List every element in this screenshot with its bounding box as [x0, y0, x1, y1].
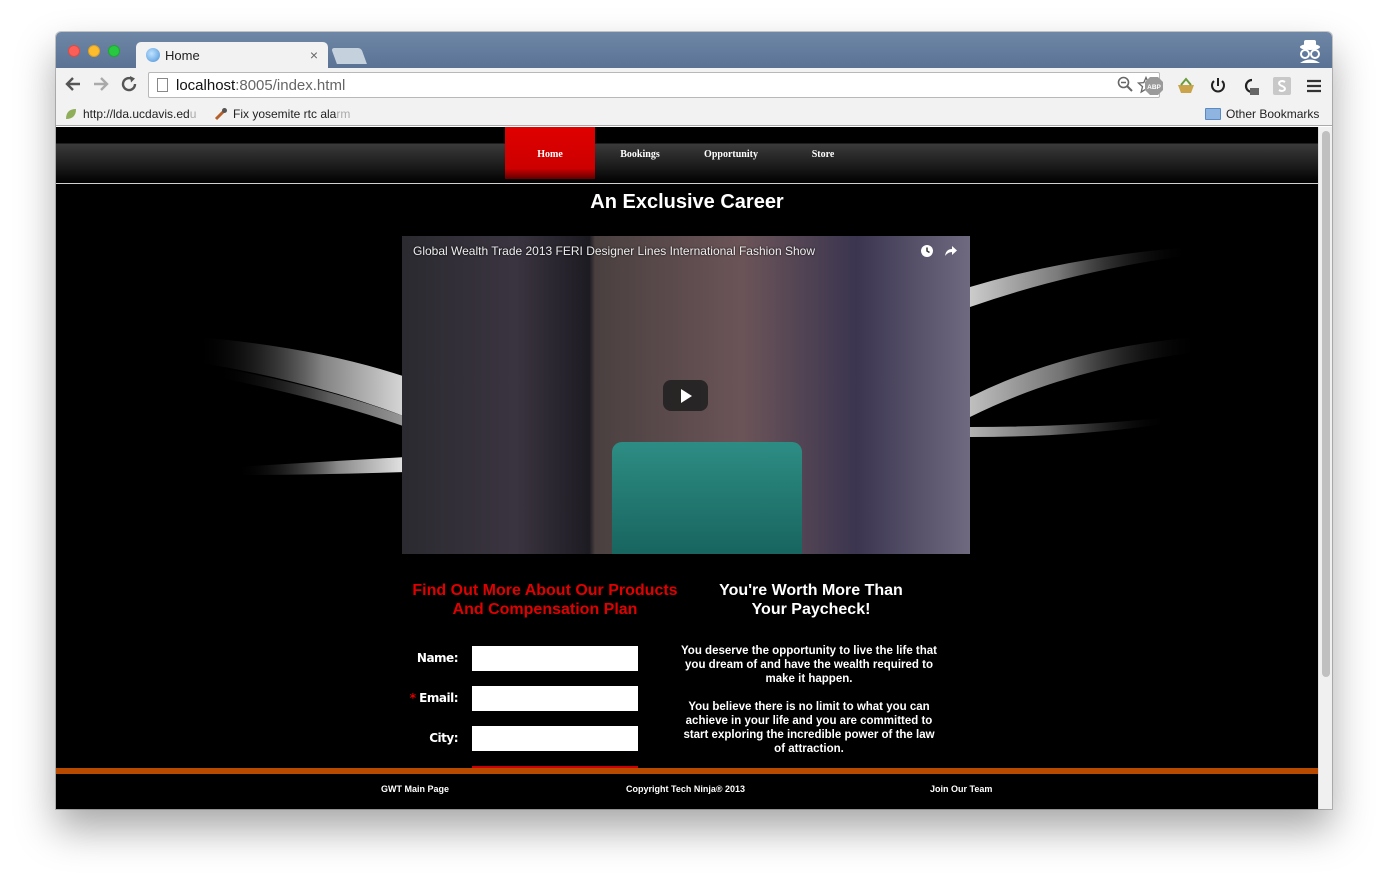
email-label: * Email: — [409, 691, 459, 705]
video-title[interactable]: Global Wealth Trade 2013 FERI Designer L… — [413, 244, 815, 258]
play-button[interactable] — [663, 380, 708, 411]
extension-s-icon[interactable] — [1272, 76, 1292, 96]
menu-icon[interactable] — [1304, 76, 1324, 96]
footer-join-team-link[interactable]: Join Our Team — [930, 784, 992, 794]
web-page: Home Bookings Opportunity Store An Exclu… — [56, 127, 1318, 809]
tab-strip: Home × — [56, 32, 1332, 68]
vertical-scrollbar[interactable] — [1318, 127, 1332, 809]
footer-main-page-link[interactable]: GWT Main Page — [381, 784, 449, 794]
forward-arrow-icon[interactable] — [91, 75, 111, 97]
site-navigation: Home Bookings Opportunity Store — [56, 127, 1318, 183]
tab-title: Home — [165, 47, 200, 63]
bookmark-item[interactable]: Fix yosemite rtc ala rm — [214, 107, 350, 121]
nav-divider — [56, 183, 1318, 184]
name-input[interactable] — [472, 646, 638, 671]
tab-close-icon[interactable]: × — [310, 47, 318, 63]
city-label: City: — [429, 731, 458, 745]
maximize-window-button[interactable] — [108, 45, 120, 57]
tools-icon — [214, 107, 228, 121]
nav-bookings[interactable]: Bookings — [595, 127, 685, 179]
page-title: An Exclusive Career — [590, 191, 784, 213]
page-icon — [157, 78, 168, 92]
extension-basket-icon[interactable] — [1176, 76, 1196, 96]
video-thumbnail-bag — [612, 442, 802, 554]
nav-opportunity[interactable]: Opportunity — [686, 127, 776, 179]
browser-toolbar: localhost:8005/index.html ABP — [56, 68, 1332, 102]
svg-text:ABP: ABP — [1147, 84, 1161, 91]
products-heading: Find Out More About Our Products And Com… — [412, 582, 678, 618]
nav-store[interactable]: Store — [778, 127, 868, 179]
browser-window: Home × localhost:8005/index.html ABP htt… — [56, 32, 1332, 809]
power-icon[interactable] — [1208, 76, 1228, 96]
city-input[interactable] — [472, 726, 638, 751]
incognito-icon — [1296, 38, 1324, 64]
site-footer: GWT Main Page Copyright Tech Ninja® 2013… — [56, 774, 1318, 809]
paragraph-opportunity: You deserve the opportunity to live the … — [680, 645, 937, 685]
bookmark-item[interactable]: http://lda.ucdavis.ed u — [64, 107, 196, 121]
scrollbar-thumb[interactable] — [1322, 131, 1330, 677]
decorative-swoosh-left — [196, 337, 406, 475]
leaf-icon — [64, 107, 78, 121]
search-icon[interactable] — [1117, 76, 1133, 97]
extension-c-icon[interactable] — [1240, 76, 1260, 96]
paragraph-attraction: You believe there is no limit to what yo… — [683, 701, 935, 755]
email-input[interactable] — [472, 686, 638, 711]
address-bar[interactable]: localhost:8005/index.html — [148, 72, 1160, 98]
back-arrow-icon[interactable] — [63, 75, 83, 97]
nav-home[interactable]: Home — [505, 127, 595, 179]
decorative-swoosh-right — [970, 247, 1200, 437]
close-window-button[interactable] — [68, 45, 80, 57]
footer-copyright: Copyright Tech Ninja® 2013 — [626, 784, 745, 794]
bookmarks-bar: http://lda.ucdavis.ed u Fix yosemite rtc … — [56, 102, 1332, 126]
url-text: localhost:8005/index.html — [176, 77, 346, 94]
play-icon — [681, 389, 692, 403]
folder-icon — [1205, 108, 1221, 120]
new-tab-button[interactable] — [331, 48, 367, 64]
adblock-icon[interactable]: ABP — [1144, 76, 1164, 96]
other-bookmarks-folder[interactable]: Other Bookmarks — [1205, 107, 1319, 121]
tab-home[interactable]: Home × — [136, 42, 328, 68]
share-icon[interactable] — [944, 244, 958, 261]
globe-icon — [146, 48, 160, 62]
reload-icon[interactable] — [119, 75, 139, 97]
minimize-window-button[interactable] — [88, 45, 100, 57]
watch-later-icon[interactable] — [920, 244, 934, 261]
name-label: Name: — [416, 651, 459, 665]
worth-heading: You're Worth More Than Your Paycheck! — [719, 582, 903, 618]
video-player[interactable]: Global Wealth Trade 2013 FERI Designer L… — [402, 236, 970, 554]
